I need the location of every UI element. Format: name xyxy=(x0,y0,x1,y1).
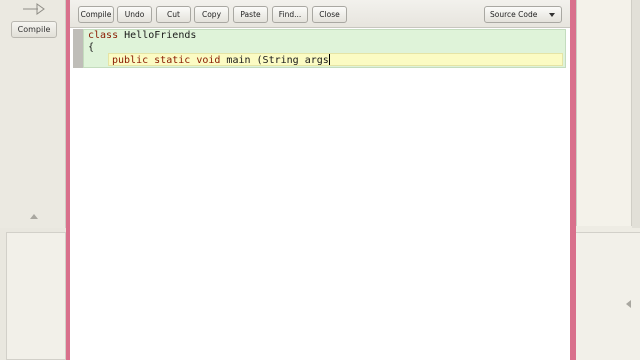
copy-button[interactable]: Copy xyxy=(194,6,229,23)
right-panel xyxy=(576,0,632,226)
class-name: HelloFriends xyxy=(118,30,197,41)
editor-window: Compile Undo Cut Copy Paste Find... Clos… xyxy=(66,0,576,360)
text-cursor xyxy=(328,54,330,65)
keyword-public: public xyxy=(112,55,149,66)
code-line-1[interactable]: class HelloFriends xyxy=(88,29,196,42)
arrow-icon[interactable] xyxy=(22,3,46,15)
view-select-value: Source Code xyxy=(490,10,538,19)
collapse-up-icon[interactable] xyxy=(30,214,38,219)
keyword-class: class xyxy=(88,30,119,41)
code-editor[interactable]: class HelloFriends { public static void … xyxy=(70,29,570,360)
right-panel-edge xyxy=(632,0,640,228)
paste-button[interactable]: Paste xyxy=(233,6,268,23)
compile-button[interactable]: Compile xyxy=(78,6,114,23)
editor-toolbar: Compile Undo Cut Copy Paste Find... Clos… xyxy=(70,0,570,28)
class-diagram-area: Compile xyxy=(0,0,66,228)
editor-content: Compile Undo Cut Copy Paste Find... Clos… xyxy=(70,0,570,360)
compile-side-button[interactable]: Compile xyxy=(11,21,57,38)
line-gutter xyxy=(73,29,83,68)
cut-button[interactable]: Cut xyxy=(156,6,191,23)
code-line-2[interactable]: { xyxy=(88,41,94,54)
code-line-3[interactable]: public static void main (String args xyxy=(112,54,330,67)
undo-button[interactable]: Undo xyxy=(117,6,152,23)
right-bottom-pane xyxy=(576,232,640,360)
collapse-left-icon[interactable] xyxy=(626,300,631,308)
keyword-static: static xyxy=(154,55,191,66)
keyword-void: void xyxy=(196,55,221,66)
find-button[interactable]: Find... xyxy=(272,6,308,23)
chevron-down-icon xyxy=(549,13,555,17)
open-brace: { xyxy=(88,42,95,53)
view-select[interactable]: Source Code xyxy=(484,6,562,23)
method-signature: main (String args xyxy=(220,55,329,66)
bottom-left-pane xyxy=(6,232,66,360)
close-button[interactable]: Close xyxy=(312,6,347,23)
